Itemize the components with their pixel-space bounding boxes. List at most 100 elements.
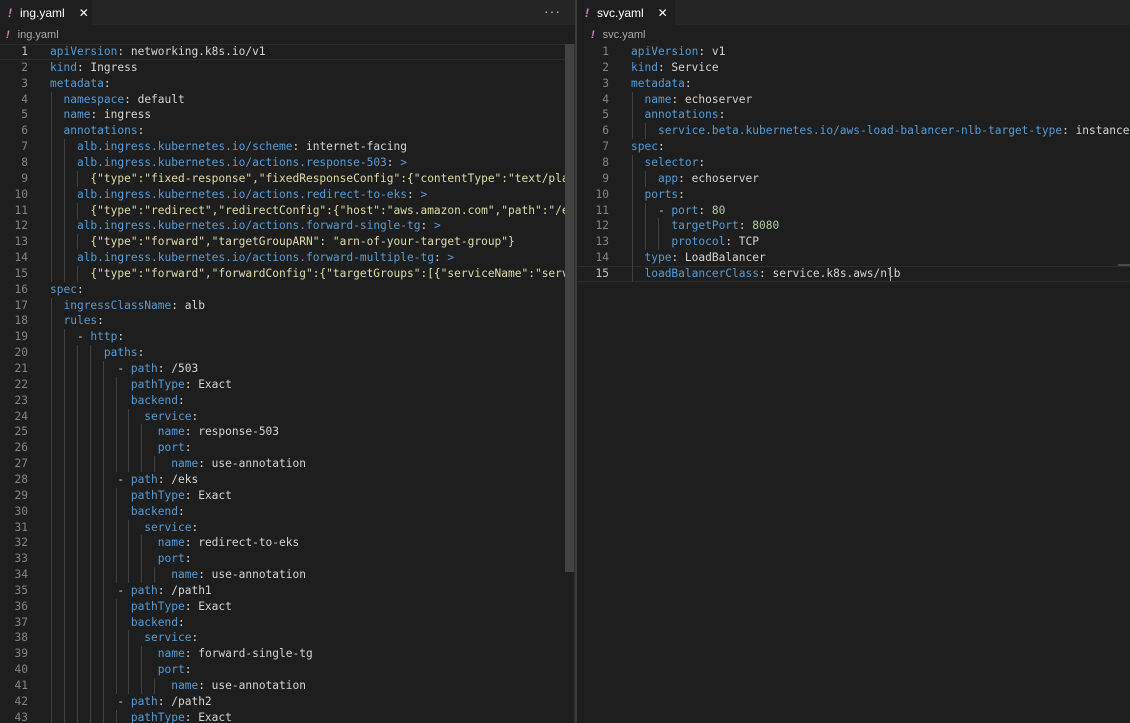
code-text[interactable]: metadata: bbox=[631, 76, 692, 92]
code-text[interactable]: port: bbox=[50, 662, 192, 678]
code-text[interactable]: type: LoadBalancer bbox=[631, 250, 765, 266]
code-text[interactable]: pathType: Exact bbox=[50, 710, 232, 723]
code-line[interactable]: 6 service.beta.kubernetes.io/aws-load-ba… bbox=[577, 123, 1130, 140]
code-line[interactable]: 30 backend: bbox=[0, 503, 575, 520]
code-text[interactable]: service: bbox=[50, 520, 198, 536]
code-line[interactable]: 23 backend: bbox=[0, 392, 575, 409]
code-line[interactable]: 14 type: LoadBalancer bbox=[577, 250, 1130, 267]
code-line[interactable]: 11 {"type":"redirect","redirectConfig":{… bbox=[0, 202, 575, 219]
code-line[interactable]: 38 service: bbox=[0, 630, 575, 647]
code-text[interactable]: spec: bbox=[50, 282, 84, 298]
code-text[interactable]: name: forward-single-tg bbox=[50, 646, 313, 662]
code-line[interactable]: 42 - path: /path2 bbox=[0, 693, 575, 710]
code-text[interactable]: - path: /503 bbox=[50, 361, 198, 377]
tab-svc-yaml[interactable]: ! svc.yaml ✕ bbox=[577, 0, 675, 25]
code-line[interactable]: 26 port: bbox=[0, 440, 575, 457]
code-text[interactable]: alb.ingress.kubernetes.io/actions.redire… bbox=[50, 187, 427, 203]
code-text[interactable]: backend: bbox=[50, 504, 185, 520]
code-text[interactable]: pathType: Exact bbox=[50, 377, 232, 393]
tab-ing-yaml[interactable]: ! ing.yaml ✕ bbox=[0, 0, 92, 25]
code-line[interactable]: 5 annotations: bbox=[577, 107, 1130, 124]
code-text[interactable]: port: bbox=[50, 551, 192, 567]
code-line[interactable]: 1 apiVersion: networking.k8s.io/v1 bbox=[0, 44, 575, 60]
code-text[interactable]: ingressClassName: alb bbox=[50, 298, 204, 314]
code-line[interactable]: 33 port: bbox=[0, 551, 575, 568]
code-line[interactable]: 28 - path: /eks bbox=[0, 471, 575, 488]
code-line[interactable]: 43 pathType: Exact bbox=[0, 709, 575, 723]
code-text[interactable]: ports: bbox=[631, 187, 684, 203]
code-text[interactable]: name: use-annotation bbox=[50, 567, 306, 583]
code-line[interactable]: 20 paths: bbox=[0, 345, 575, 362]
code-line[interactable]: 10 alb.ingress.kubernetes.io/actions.red… bbox=[0, 186, 575, 203]
code-line[interactable]: 11 - port: 80 bbox=[577, 202, 1130, 219]
code-text[interactable]: {"type":"forward","forwardConfig":{"targ… bbox=[50, 266, 575, 282]
code-text[interactable]: protocol: TCP bbox=[631, 234, 759, 250]
code-text[interactable]: rules: bbox=[50, 313, 103, 329]
code-text[interactable]: - path: /path2 bbox=[50, 694, 211, 710]
code-text[interactable]: alb.ingress.kubernetes.io/actions.forwar… bbox=[50, 218, 441, 234]
code-line[interactable]: 41 name: use-annotation bbox=[0, 678, 575, 694]
code-text[interactable]: service.beta.kubernetes.io/aws-load-bala… bbox=[631, 123, 1130, 139]
close-icon[interactable]: ✕ bbox=[79, 6, 89, 20]
code-text[interactable]: apiVersion: v1 bbox=[631, 44, 725, 60]
code-line[interactable]: 2 kind: Ingress bbox=[0, 60, 575, 76]
code-text[interactable]: port: bbox=[50, 440, 192, 456]
code-line[interactable]: 10 ports: bbox=[577, 186, 1130, 203]
code-line[interactable]: 32 name: redirect-to-eks bbox=[0, 535, 575, 552]
code-line[interactable]: 35 - path: /path1 bbox=[0, 582, 575, 599]
code-text[interactable]: annotations: bbox=[631, 107, 725, 123]
code-text[interactable]: {"type":"redirect","redirectConfig":{"ho… bbox=[50, 203, 575, 219]
code-line[interactable]: 9 {"type":"fixed-response","fixedRespons… bbox=[0, 170, 575, 187]
code-line[interactable]: 18 rules: bbox=[0, 313, 575, 330]
code-text[interactable]: paths: bbox=[50, 345, 144, 361]
code-text[interactable]: backend: bbox=[50, 615, 185, 631]
code-text[interactable]: metadata: bbox=[50, 76, 111, 92]
code-line[interactable]: 8 alb.ingress.kubernetes.io/actions.resp… bbox=[0, 154, 575, 171]
code-line[interactable]: 1 apiVersion: v1 bbox=[577, 44, 1130, 60]
code-text[interactable]: backend: bbox=[50, 393, 185, 409]
code-text[interactable]: selector: bbox=[631, 155, 705, 171]
code-text[interactable]: kind: Service bbox=[631, 60, 719, 76]
code-text[interactable]: - path: /path1 bbox=[50, 583, 211, 599]
code-text[interactable]: name: ingress bbox=[50, 107, 151, 123]
code-line[interactable]: 15 {"type":"forward","forwardConfig":{"t… bbox=[0, 265, 575, 282]
code-text[interactable]: namespace: default bbox=[50, 92, 184, 108]
more-actions-icon[interactable]: ··· bbox=[544, 3, 561, 19]
code-line[interactable]: 19 - http: bbox=[0, 329, 575, 346]
code-line[interactable]: 12 alb.ingress.kubernetes.io/actions.for… bbox=[0, 218, 575, 235]
code-text[interactable]: alb.ingress.kubernetes.io/actions.respon… bbox=[50, 155, 407, 171]
code-editor[interactable]: 1 apiVersion: v1 2 kind: Service 3 metadata: 4… bbox=[577, 44, 1130, 723]
code-line[interactable]: 2 kind: Service bbox=[577, 60, 1130, 76]
close-icon[interactable]: ✕ bbox=[658, 6, 668, 20]
code-text[interactable]: service: bbox=[50, 630, 198, 646]
code-editor[interactable]: 1 apiVersion: networking.k8s.io/v1 2 kind: … bbox=[0, 44, 575, 723]
code-text[interactable]: loadBalancerClass: service.k8s.aws/nlb bbox=[631, 266, 900, 282]
breadcrumb[interactable]: ! ing.yaml bbox=[0, 25, 575, 44]
code-text[interactable]: name: echoserver bbox=[631, 92, 752, 108]
code-line[interactable]: 3 metadata: bbox=[577, 76, 1130, 92]
code-line[interactable]: 6 annotations: bbox=[0, 123, 575, 140]
code-text[interactable]: targetPort: 8080 bbox=[631, 218, 779, 234]
code-text[interactable]: annotations: bbox=[50, 123, 144, 139]
code-text[interactable]: - http: bbox=[50, 329, 124, 345]
code-line[interactable]: 9 app: echoserver bbox=[577, 170, 1130, 187]
code-text[interactable]: name: use-annotation bbox=[50, 456, 306, 472]
code-text[interactable]: name: redirect-to-eks bbox=[50, 535, 299, 551]
code-text[interactable]: app: echoserver bbox=[631, 171, 759, 187]
code-text[interactable]: apiVersion: networking.k8s.io/v1 bbox=[50, 44, 266, 60]
code-line[interactable]: 21 - path: /503 bbox=[0, 361, 575, 377]
code-text[interactable]: - port: 80 bbox=[631, 203, 725, 219]
code-text[interactable]: {"type":"fixed-response","fixedResponseC… bbox=[50, 171, 575, 187]
code-line[interactable]: 4 namespace: default bbox=[0, 91, 575, 108]
code-line[interactable]: 13 {"type":"forward","targetGroupARN": "… bbox=[0, 234, 575, 251]
code-line[interactable]: 8 selector: bbox=[577, 154, 1130, 171]
code-text[interactable]: alb.ingress.kubernetes.io/scheme: intern… bbox=[50, 139, 407, 155]
code-line[interactable]: 36 pathType: Exact bbox=[0, 598, 575, 615]
code-line[interactable]: 3 metadata: bbox=[0, 76, 575, 92]
code-text[interactable]: {"type":"forward","targetGroupARN": "arn… bbox=[50, 234, 514, 250]
code-line[interactable]: 15 loadBalancerClass: service.k8s.aws/nl… bbox=[577, 265, 1130, 282]
code-line[interactable]: 22 pathType: Exact bbox=[0, 376, 575, 393]
code-line[interactable]: 25 name: response-503 bbox=[0, 424, 575, 441]
code-line[interactable]: 4 name: echoserver bbox=[577, 91, 1130, 108]
code-line[interactable]: 31 service: bbox=[0, 519, 575, 536]
